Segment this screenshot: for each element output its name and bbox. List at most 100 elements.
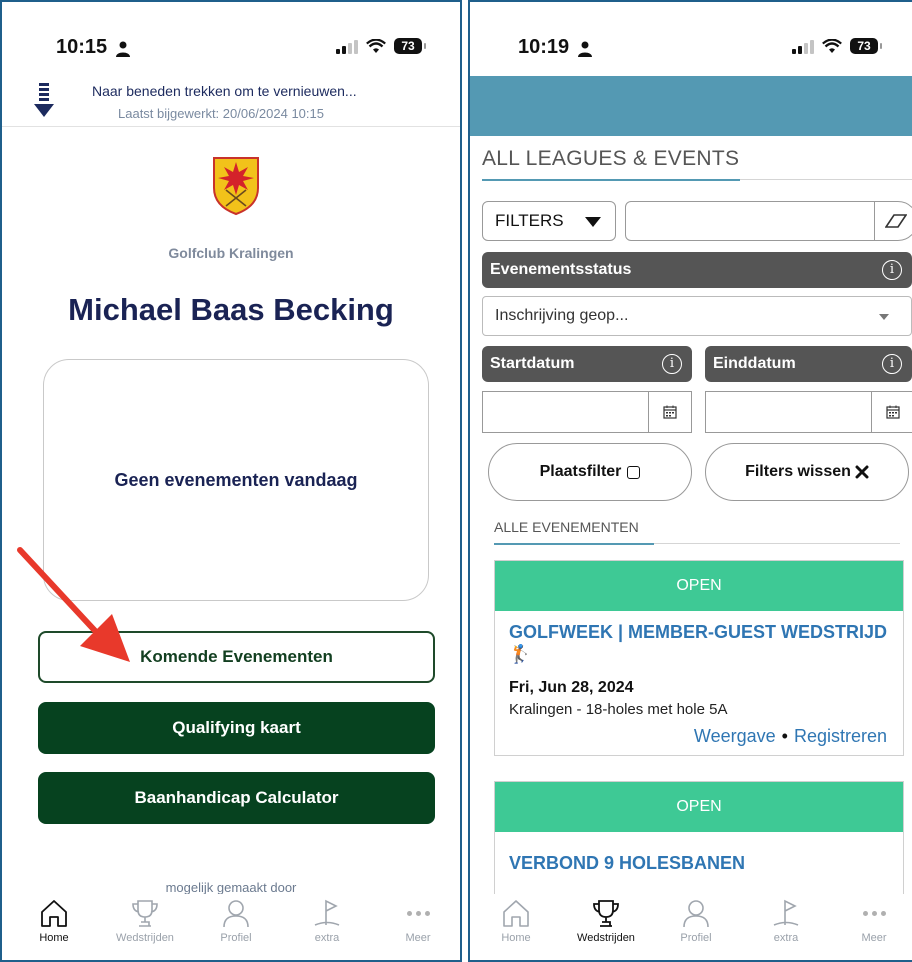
start-date-label: Startdatum — [490, 355, 575, 372]
tab-label: Home — [39, 932, 69, 944]
event-actions: Weergave • Registreren — [495, 718, 903, 755]
event-status-label: Evenementsstatus — [490, 261, 632, 278]
caret-down-icon — [585, 217, 601, 227]
clear-filters-button[interactable]: Filters wissen — [705, 443, 909, 501]
end-date-input[interactable] — [705, 391, 872, 433]
filters-label: FILTERS — [495, 211, 564, 230]
home-icon — [503, 900, 529, 927]
club-name: Golfclub Kralingen — [168, 245, 294, 261]
battery-icon: 73 — [394, 38, 426, 54]
location-filter-button[interactable]: Plaatsfilter — [488, 443, 692, 501]
tab-label: Profiel — [680, 932, 712, 944]
no-events-text: Geen evenementen vandaag — [114, 469, 358, 490]
start-date-header: Startdatum i — [482, 346, 692, 382]
pull-to-refresh[interactable]: Naar beneden trekken om te vernieuwen...… — [2, 77, 460, 127]
tab-extra[interactable]: extra — [746, 898, 826, 944]
profile-icon — [223, 900, 249, 928]
end-date-label: Einddatum — [713, 355, 796, 372]
golfer-emoji: 🏌 — [509, 644, 532, 664]
event-title[interactable]: VERBOND 9 HOLESBANEN — [495, 832, 903, 874]
search-input[interactable] — [625, 201, 875, 241]
profile-icon — [683, 900, 709, 928]
tab-label: Home — [501, 932, 531, 944]
tab-label: extra — [773, 932, 799, 944]
trophy-icon — [132, 900, 158, 927]
tab-label: Wedstrijden — [116, 932, 174, 944]
app-header — [470, 76, 912, 136]
start-date-calendar-button[interactable] — [648, 391, 692, 433]
info-icon[interactable]: i — [882, 354, 902, 374]
page-title: ALL LEAGUES & EVENTS — [482, 147, 740, 170]
golf-flag-icon — [773, 899, 799, 926]
home-icon — [41, 900, 67, 927]
event-card: OPEN GOLFWEEK | MEMBER-GUEST WEDSTRIJD 🏌… — [494, 560, 904, 756]
event-title[interactable]: GOLFWEEK | MEMBER-GUEST WEDSTRIJD 🏌 — [495, 611, 903, 665]
location-filter-label: Plaatsfilter — [539, 463, 622, 480]
calendar-icon — [886, 405, 900, 419]
red-arrow-annotation — [17, 547, 130, 662]
user-name: Michael Baas Becking — [68, 292, 394, 327]
tab-bar: Home Wedstrijden Profiel extra Meer — [2, 894, 460, 960]
club-logo — [213, 157, 259, 216]
tab-label: Meer — [861, 932, 887, 944]
wifi-icon — [366, 38, 386, 53]
tab-competitions[interactable]: Wedstrijden — [566, 898, 646, 944]
tab-bar: Home Wedstrijden Profiel extra Meer — [470, 894, 912, 960]
pull-down-arrow-icon — [34, 83, 54, 117]
tab-home[interactable]: Home — [14, 898, 94, 944]
refresh-title: Naar beneden trekken om te vernieuwen... — [92, 83, 357, 99]
event-status-banner: OPEN — [495, 782, 903, 832]
person-icon — [578, 41, 592, 57]
end-date-header: Einddatum i — [705, 346, 912, 382]
more-icon — [834, 898, 912, 928]
status-time: 10:15 — [56, 36, 108, 58]
wifi-icon — [822, 38, 842, 53]
last-updated: Laatst bijgewerkt: 20/06/2024 10:15 — [118, 106, 324, 121]
event-status-select[interactable]: Inschrijving geop... — [482, 296, 912, 336]
view-link[interactable]: Weergave — [694, 726, 776, 746]
filters-dropdown[interactable]: FILTERS — [482, 201, 616, 241]
signal-icon — [336, 38, 358, 54]
battery-icon: 73 — [850, 38, 882, 54]
tab-more[interactable]: Meer — [834, 898, 912, 944]
chevron-down-icon — [879, 314, 889, 320]
tab-label: Meer — [405, 932, 431, 944]
golf-flag-icon — [314, 899, 340, 926]
calendar-icon — [663, 405, 677, 419]
tab-profile[interactable]: Profiel — [196, 898, 276, 944]
tab-label: Profiel — [220, 932, 252, 944]
tab-home[interactable]: Home — [476, 898, 556, 944]
separator-dot: • — [781, 726, 788, 746]
qualifying-card-button[interactable]: Qualifying kaart — [38, 702, 435, 754]
all-events-underline — [494, 543, 900, 545]
info-icon[interactable]: i — [662, 354, 682, 374]
eraser-icon — [885, 214, 907, 228]
start-date-input[interactable] — [482, 391, 649, 433]
left-screen: 10:15 73 Naar beneden trekken om te vern… — [0, 0, 462, 962]
status-bar: 10:19 73 — [470, 30, 912, 70]
event-date: Fri, Jun 28, 2024 — [509, 679, 634, 696]
event-status-banner: OPEN — [495, 561, 903, 611]
course-handicap-calculator-button[interactable]: Baanhandicap Calculator — [38, 772, 435, 824]
event-status-header: Evenementsstatus i — [482, 252, 912, 288]
signal-icon — [792, 38, 814, 54]
tab-extra[interactable]: extra — [287, 898, 367, 944]
trophy-icon — [593, 900, 619, 927]
clear-search-button[interactable] — [874, 201, 912, 241]
register-link[interactable]: Registreren — [794, 726, 887, 746]
tab-label: Wedstrijden — [577, 932, 635, 944]
event-title-text: GOLFWEEK | MEMBER-GUEST WEDSTRIJD — [509, 622, 888, 642]
tab-competitions[interactable]: Wedstrijden — [105, 898, 185, 944]
tab-profile[interactable]: Profiel — [656, 898, 736, 944]
tab-more[interactable]: Meer — [378, 898, 458, 944]
clear-filters-label: Filters wissen — [745, 463, 851, 480]
end-date-calendar-button[interactable] — [871, 391, 912, 433]
all-events-heading: ALLE EVENEMENTEN — [494, 519, 639, 535]
info-icon[interactable]: i — [882, 260, 902, 280]
right-screen: 10:19 73 ALL LEAGUES & EVENTS FILTERS Ev… — [468, 0, 912, 962]
close-icon — [855, 465, 869, 479]
person-icon — [116, 41, 130, 57]
status-time: 10:19 — [518, 36, 570, 58]
checkbox-icon — [627, 465, 641, 479]
status-bar: 10:15 73 — [2, 30, 460, 70]
